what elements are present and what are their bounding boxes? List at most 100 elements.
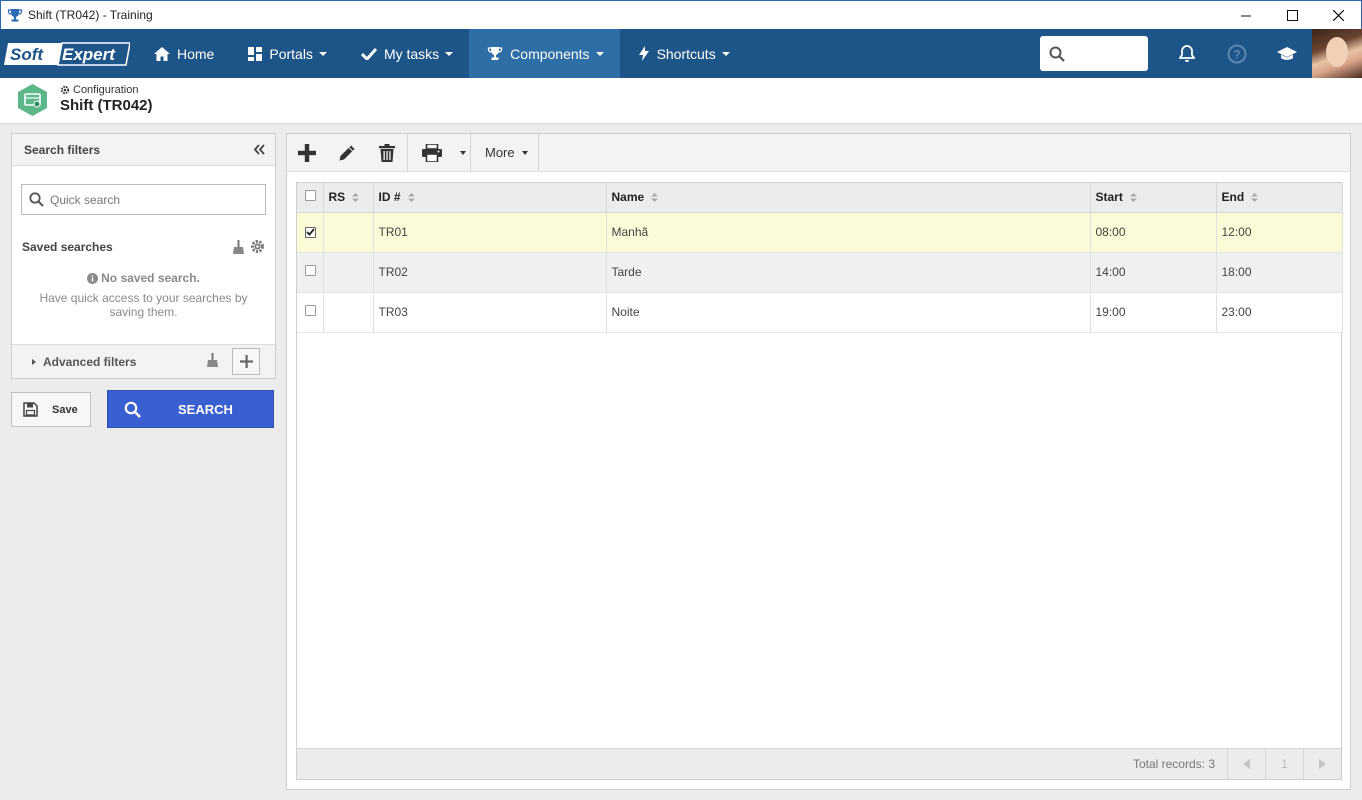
plus-icon: [298, 143, 316, 162]
nav-home[interactable]: Home: [136, 29, 230, 78]
saved-settings-button[interactable]: [250, 239, 265, 257]
training-button[interactable]: [1262, 29, 1312, 78]
global-search-input[interactable]: [1040, 36, 1148, 71]
row-select-cell[interactable]: [297, 252, 324, 293]
nav-my-tasks-label: My tasks: [383, 45, 440, 62]
caret-right-icon: [32, 358, 36, 365]
sort-icon: [407, 191, 415, 205]
row-checkbox[interactable]: [305, 226, 316, 238]
nav-portals[interactable]: Portals: [230, 29, 343, 78]
page-number: 1: [1265, 748, 1303, 780]
notifications-button[interactable]: [1162, 29, 1212, 78]
cell-end: 18:00: [1216, 252, 1343, 293]
help-button[interactable]: ?: [1212, 29, 1262, 78]
add-filter-button[interactable]: [232, 348, 260, 375]
advanced-filters-label: Advanced filters: [43, 354, 137, 369]
maximize-button[interactable]: [1269, 1, 1315, 30]
quick-search-field[interactable]: [21, 184, 266, 215]
clear-filters-button[interactable]: [207, 353, 218, 370]
minimize-icon: [1241, 15, 1251, 16]
records-grid: RS ID # Name Start End TR01 Manhã 08:00 …: [296, 182, 1343, 780]
select-all-checkbox[interactable]: [305, 190, 316, 202]
table-row[interactable]: TR01 Manhã 08:00 12:00: [297, 212, 1343, 253]
row-select-cell[interactable]: [297, 212, 324, 253]
add-record-button[interactable]: [287, 134, 327, 171]
trash-icon: [379, 143, 395, 162]
table-row[interactable]: TR03 Noite 19:00 23:00: [297, 292, 1343, 333]
nav-my-tasks[interactable]: My tasks: [343, 29, 469, 78]
search-filters-panel: Search filters Saved searches No saved s…: [11, 133, 276, 379]
cell-name: Tarde: [606, 252, 1091, 293]
save-search-label: Save: [52, 403, 78, 416]
minimize-button[interactable]: [1223, 1, 1269, 30]
delete-record-button[interactable]: [367, 134, 407, 171]
shift-module-icon: [18, 84, 47, 116]
checkmark-icon: [360, 47, 377, 60]
maximize-icon: [1286, 10, 1298, 21]
print-options-dropdown[interactable]: [456, 134, 470, 171]
bolt-icon: [638, 46, 650, 61]
close-icon: [1332, 10, 1344, 21]
nav-home-label: Home: [177, 45, 215, 62]
home-icon: [154, 46, 170, 61]
close-button[interactable]: [1315, 1, 1361, 30]
nav-components-label: Components: [510, 45, 590, 62]
cell-name: Manhã: [606, 212, 1091, 253]
collapse-panel-button[interactable]: [253, 144, 265, 155]
search-filters-title: Search filters: [12, 134, 275, 166]
row-checkbox[interactable]: [305, 305, 316, 316]
total-records: Total records: 3: [1132, 757, 1215, 771]
clear-saved-button[interactable]: [233, 239, 244, 257]
cell-name: Noite: [606, 292, 1091, 333]
page-title: Shift (TR042): [60, 97, 153, 114]
window-titlebar: Shift (TR042) - Training: [0, 0, 1362, 29]
column-header-end[interactable]: End: [1216, 183, 1343, 213]
cell-end: 23:00: [1216, 292, 1343, 333]
print-button[interactable]: [408, 134, 456, 171]
broom-icon: [207, 353, 218, 367]
search-button[interactable]: SEARCH: [107, 390, 274, 428]
table-row[interactable]: TR02 Tarde 14:00 18:00: [297, 252, 1343, 293]
sort-icon: [352, 191, 360, 205]
search-icon: [29, 192, 44, 207]
advanced-filters-toggle[interactable]: Advanced filters: [12, 344, 275, 378]
grid-header-row: RS ID # Name Start End: [297, 183, 1343, 213]
nav-shortcuts-label: Shortcuts: [656, 45, 716, 62]
cell-end: 12:00: [1216, 212, 1343, 253]
column-header-name[interactable]: Name: [606, 183, 1091, 213]
no-saved-hint: Have quick access to your searches by sa…: [39, 291, 248, 319]
column-header-id[interactable]: ID #: [373, 183, 607, 213]
svg-text:Expert: Expert: [62, 45, 116, 64]
cell-rs: [323, 252, 374, 293]
cell-start: 19:00: [1090, 292, 1217, 333]
save-search-button[interactable]: Save: [11, 392, 91, 427]
caret-right-icon: [1319, 759, 1326, 769]
column-header-rs[interactable]: RS: [323, 183, 374, 213]
chevron-down-icon: [318, 51, 327, 56]
cell-start: 08:00: [1090, 212, 1217, 253]
column-header-start[interactable]: Start: [1090, 183, 1217, 213]
trophy-icon: [487, 46, 503, 61]
edit-record-button[interactable]: [327, 134, 367, 171]
trophy-icon: [7, 9, 23, 22]
nav-shortcuts[interactable]: Shortcuts: [620, 29, 746, 78]
svg-text:Soft: Soft: [10, 45, 44, 64]
cell-start: 14:00: [1090, 252, 1217, 293]
no-saved-title: No saved search.: [101, 271, 200, 285]
next-page-button[interactable]: [1303, 748, 1341, 780]
row-checkbox[interactable]: [305, 265, 316, 276]
row-select-cell[interactable]: [297, 292, 324, 333]
no-saved-message: No saved search.: [12, 271, 275, 285]
quick-search-input[interactable]: [50, 192, 250, 207]
checkmark-icon: [306, 228, 315, 236]
svg-text:?: ?: [1233, 47, 1240, 61]
previous-page-button[interactable]: [1227, 748, 1265, 780]
sort-icon: [1129, 191, 1137, 205]
user-avatar[interactable]: [1312, 29, 1362, 78]
select-all-cell[interactable]: [297, 183, 324, 213]
softexpert-logo[interactable]: Soft Expert: [0, 29, 136, 78]
cell-rs: [323, 212, 374, 253]
nav-components[interactable]: Components: [469, 29, 620, 78]
more-menu-button[interactable]: More: [471, 134, 538, 171]
logo-mark: Soft Expert: [4, 41, 130, 66]
